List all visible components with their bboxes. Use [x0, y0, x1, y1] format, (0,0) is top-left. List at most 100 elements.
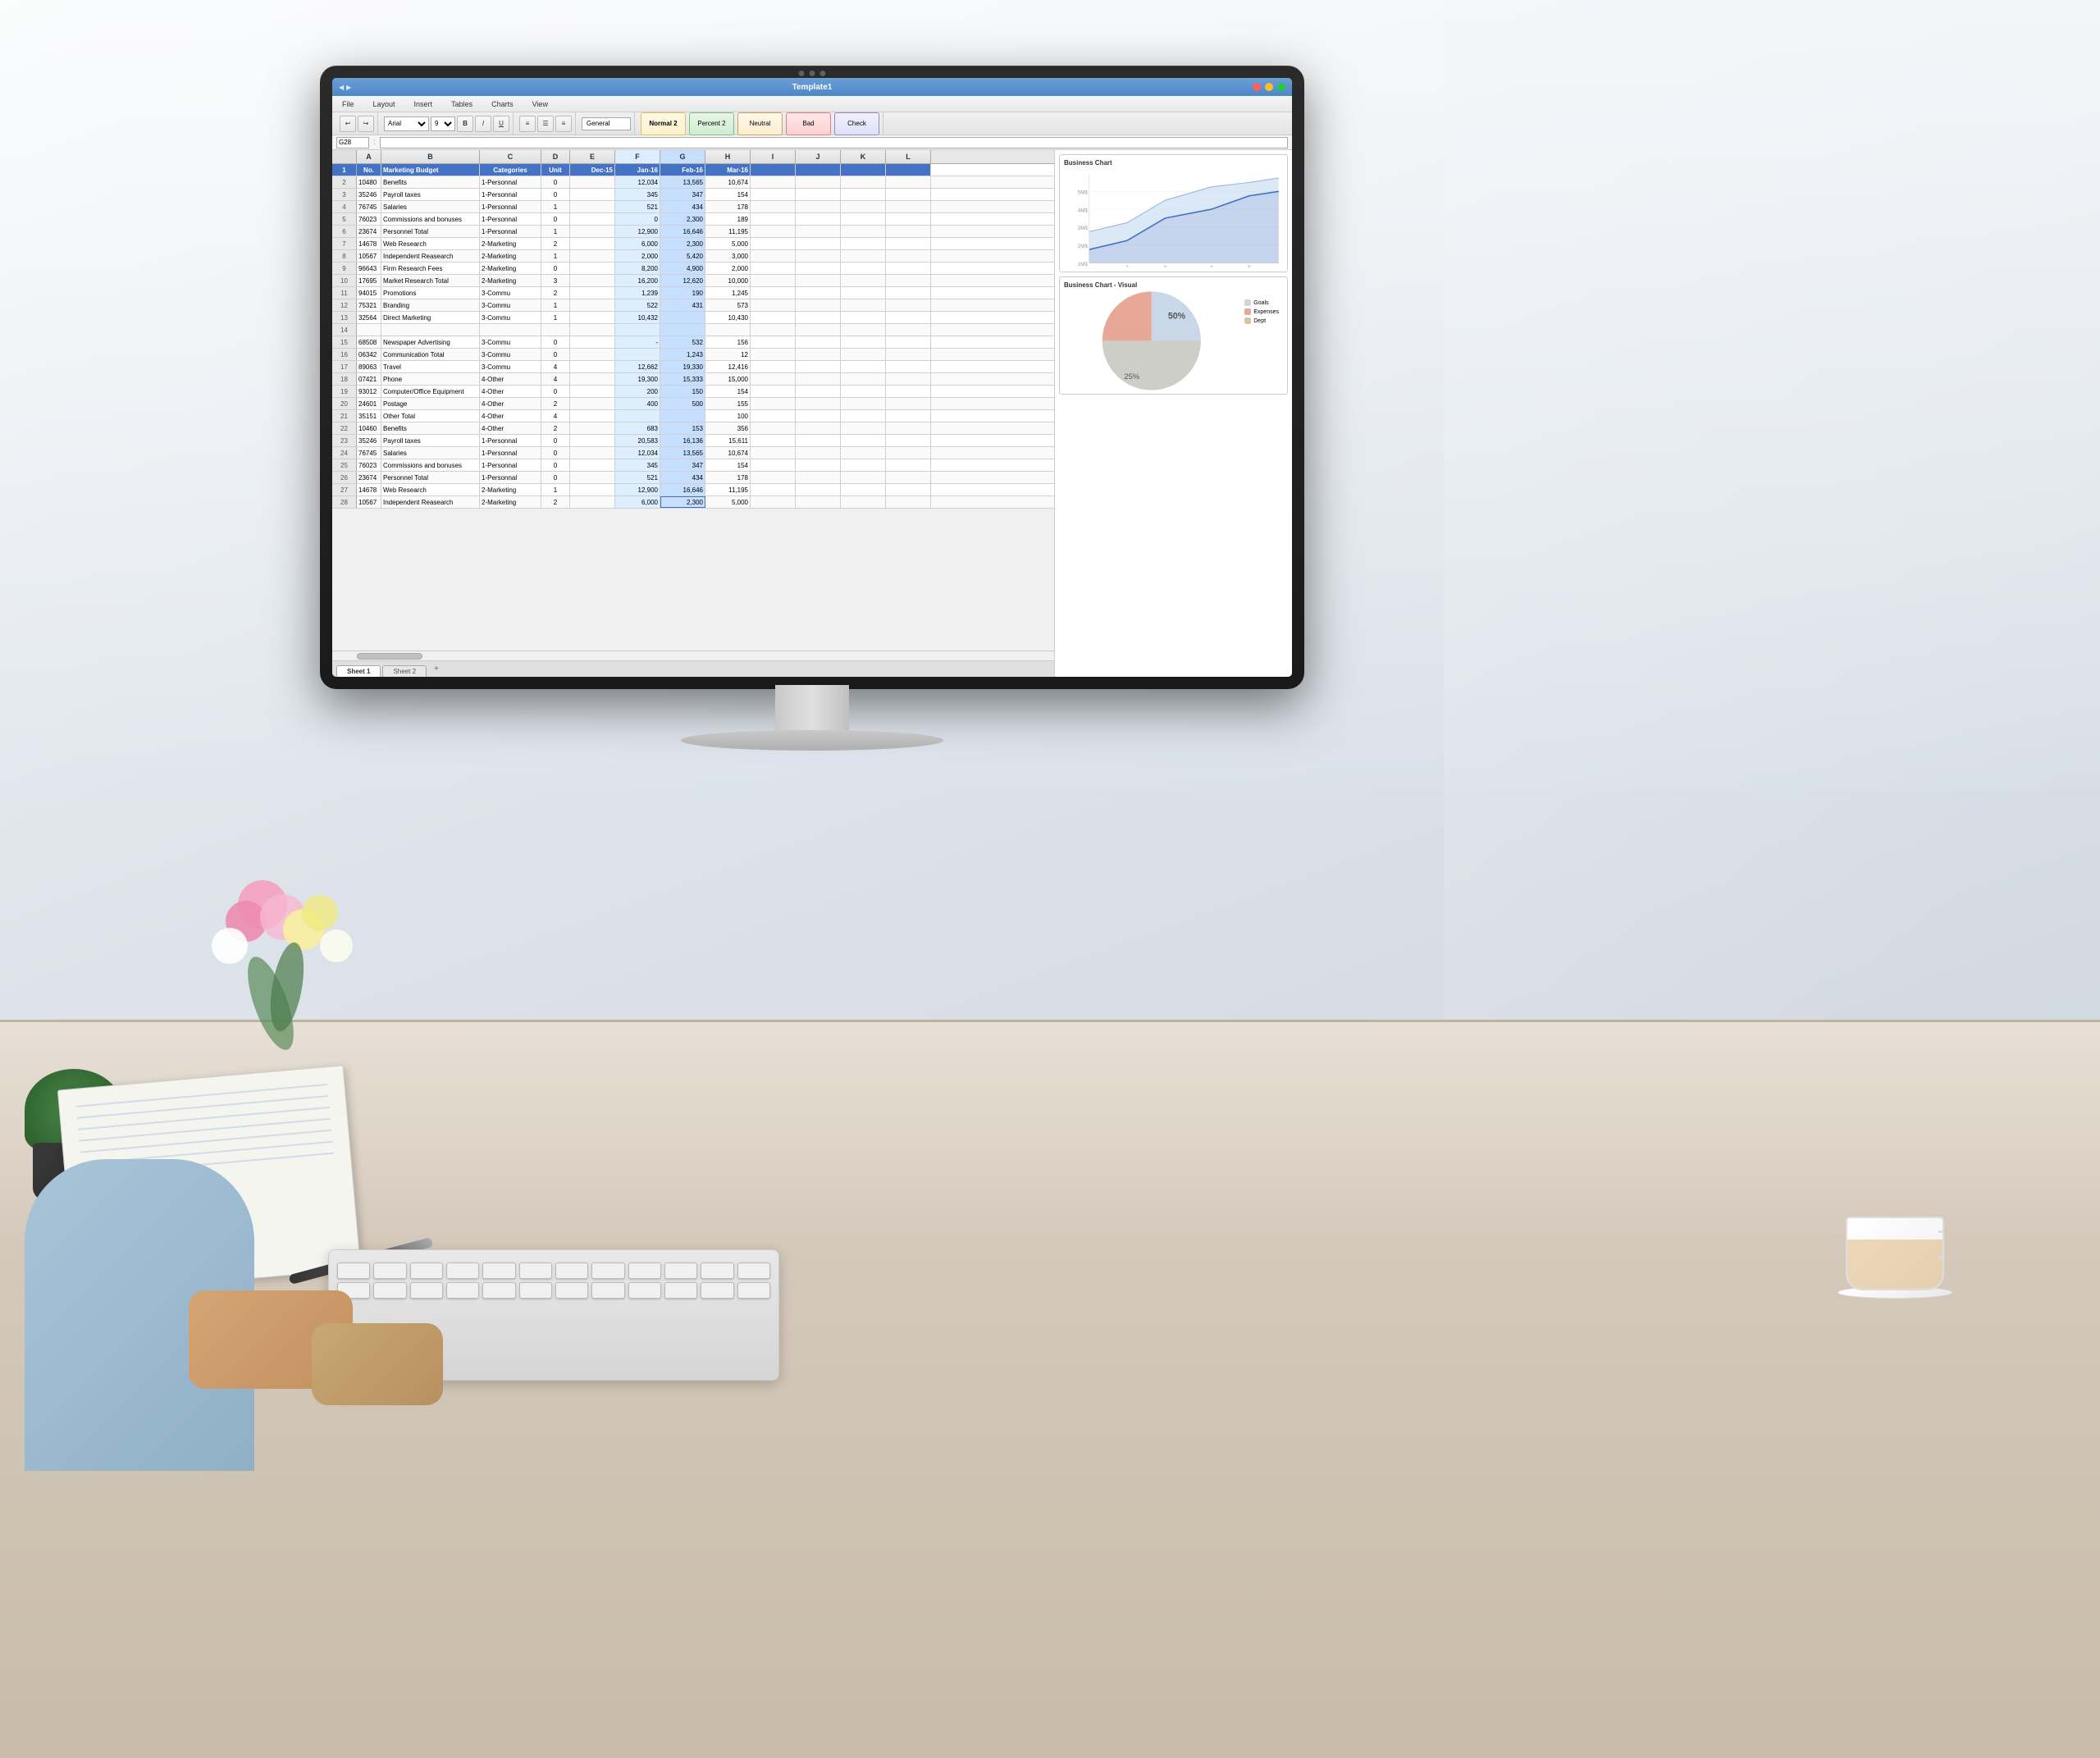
cell-g[interactable]: 347: [660, 189, 705, 200]
cell-k[interactable]: [841, 435, 886, 446]
cell-c[interactable]: 4-Other: [480, 398, 541, 409]
cell-j[interactable]: [796, 410, 841, 422]
underline-button[interactable]: U: [493, 116, 509, 132]
cell-d[interactable]: 4: [541, 373, 570, 385]
cell-l[interactable]: [886, 336, 931, 348]
cell-e[interactable]: [570, 226, 615, 237]
cell-a[interactable]: 35246: [357, 435, 381, 446]
cell-e[interactable]: [570, 201, 615, 212]
cell-c[interactable]: 1-Personnal: [480, 226, 541, 237]
cell-g[interactable]: 532: [660, 336, 705, 348]
cell-h[interactable]: 5,000: [705, 496, 751, 508]
cell-j[interactable]: [796, 435, 841, 446]
col-header-j[interactable]: J: [796, 150, 841, 163]
neutral-style[interactable]: Neutral: [737, 112, 783, 135]
cell-l[interactable]: [886, 361, 931, 372]
cell-h[interactable]: 178: [705, 201, 751, 212]
cell-e[interactable]: [570, 299, 615, 311]
cell-a[interactable]: No.: [357, 164, 381, 176]
cell-d[interactable]: 1: [541, 312, 570, 323]
cell-f[interactable]: 6,000: [615, 496, 660, 508]
cell-l[interactable]: [886, 164, 931, 176]
cell-d[interactable]: 2: [541, 398, 570, 409]
cell-i[interactable]: [751, 496, 796, 508]
cell-d[interactable]: 2: [541, 287, 570, 299]
cell-i[interactable]: [751, 275, 796, 286]
cell-g[interactable]: 5,420: [660, 250, 705, 262]
cell-j[interactable]: [796, 447, 841, 459]
cell-c[interactable]: 4-Other: [480, 386, 541, 397]
cell-b[interactable]: Communication Total: [381, 349, 480, 360]
col-header-i[interactable]: I: [751, 150, 796, 163]
cell-h[interactable]: 189: [705, 213, 751, 225]
bad-style[interactable]: Bad: [786, 112, 831, 135]
cell-g[interactable]: 347: [660, 459, 705, 471]
cell-d[interactable]: Unit: [541, 164, 570, 176]
cell-f[interactable]: 400: [615, 398, 660, 409]
cell-l[interactable]: [886, 263, 931, 274]
cell-d[interactable]: 2: [541, 238, 570, 249]
cell-j[interactable]: [796, 250, 841, 262]
cell-k[interactable]: [841, 250, 886, 262]
cell-g[interactable]: [660, 324, 705, 336]
cell-k[interactable]: [841, 263, 886, 274]
cell-g[interactable]: 13,565: [660, 447, 705, 459]
cell-c[interactable]: 1-Personnal: [480, 435, 541, 446]
cell-a[interactable]: 76023: [357, 213, 381, 225]
cell-a[interactable]: 94015: [357, 287, 381, 299]
cell-b[interactable]: [381, 324, 480, 336]
cell-i[interactable]: [751, 373, 796, 385]
cell-e[interactable]: [570, 287, 615, 299]
font-family-select[interactable]: Arial: [384, 116, 429, 131]
cell-c[interactable]: 3-Commu: [480, 312, 541, 323]
bold-button[interactable]: B: [457, 116, 473, 132]
cell-e[interactable]: [570, 275, 615, 286]
cell-k[interactable]: [841, 447, 886, 459]
cell-a[interactable]: 23674: [357, 472, 381, 483]
cell-j[interactable]: [796, 201, 841, 212]
cell-g[interactable]: 16,646: [660, 226, 705, 237]
cell-k[interactable]: [841, 484, 886, 495]
cell-j[interactable]: [796, 324, 841, 336]
cell-f[interactable]: 12,034: [615, 447, 660, 459]
cell-f[interactable]: 522: [615, 299, 660, 311]
col-header-a[interactable]: A: [357, 150, 381, 163]
cell-l[interactable]: [886, 398, 931, 409]
cell-h[interactable]: 2,000: [705, 263, 751, 274]
cell-a[interactable]: 96643: [357, 263, 381, 274]
cell-i[interactable]: [751, 324, 796, 336]
cell-d[interactable]: [541, 324, 570, 336]
cell-i[interactable]: [751, 472, 796, 483]
cell-c[interactable]: 1-Personnal: [480, 213, 541, 225]
cell-reference-input[interactable]: [336, 137, 369, 148]
cell-b[interactable]: Independent Reasearch: [381, 496, 480, 508]
cell-a[interactable]: 76023: [357, 459, 381, 471]
cell-l[interactable]: [886, 238, 931, 249]
cell-c[interactable]: 1-Personnal: [480, 201, 541, 212]
cell-k[interactable]: [841, 398, 886, 409]
cell-b[interactable]: Direct Marketing: [381, 312, 480, 323]
cell-l[interactable]: [886, 213, 931, 225]
cell-h[interactable]: 356: [705, 422, 751, 434]
cell-g[interactable]: 16,136: [660, 435, 705, 446]
cell-d[interactable]: 1: [541, 484, 570, 495]
cell-b[interactable]: Promotions: [381, 287, 480, 299]
cell-k[interactable]: [841, 176, 886, 188]
cell-l[interactable]: [886, 447, 931, 459]
cell-i[interactable]: [751, 287, 796, 299]
cell-i[interactable]: [751, 349, 796, 360]
cell-e[interactable]: [570, 386, 615, 397]
cell-j[interactable]: [796, 189, 841, 200]
cell-j[interactable]: [796, 361, 841, 372]
cell-a[interactable]: 35246: [357, 189, 381, 200]
cell-j[interactable]: [796, 496, 841, 508]
cell-j[interactable]: [796, 238, 841, 249]
cell-f[interactable]: 6,000: [615, 238, 660, 249]
cell-h[interactable]: 10,674: [705, 447, 751, 459]
cell-a[interactable]: 10460: [357, 422, 381, 434]
col-header-l[interactable]: L: [886, 150, 931, 163]
cell-g[interactable]: 1,243: [660, 349, 705, 360]
cell-l[interactable]: [886, 484, 931, 495]
sheet-tab-2[interactable]: Sheet 2: [382, 665, 427, 677]
cell-l[interactable]: [886, 472, 931, 483]
